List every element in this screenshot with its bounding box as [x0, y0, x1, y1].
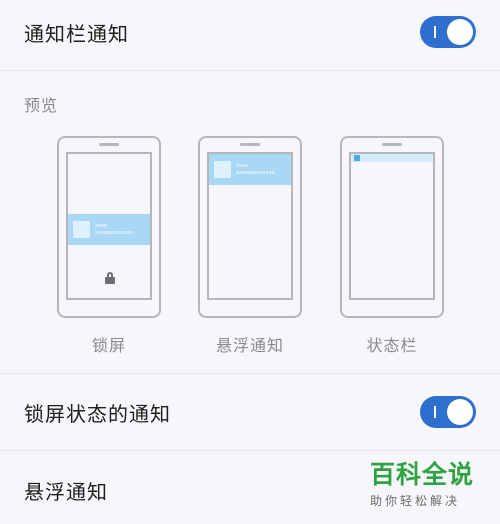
lock-icon	[105, 272, 115, 284]
notification-line-2: xxxxxxxxxxxxx	[95, 229, 134, 236]
phone-screen: xxxx xxxxxxxxxxxxx	[66, 152, 152, 300]
watermark-subtitle: 助你轻松解决	[370, 494, 461, 508]
preview-floating-option[interactable]: xxxx xxxxxxxxxxxxx	[198, 136, 302, 318]
toggle-knob	[447, 19, 473, 45]
notification-line-1: xxxx	[95, 222, 107, 229]
status-bar-strip	[351, 154, 433, 162]
notification-thumbnail	[73, 221, 90, 238]
watermark-logo: 百科全说 助你轻松解决	[370, 460, 492, 520]
lockscreen-notification-row[interactable]: 锁屏状态的通知	[0, 388, 500, 436]
phone-speaker	[99, 143, 119, 146]
phone-speaker	[240, 143, 260, 146]
notification-line-2: xxxxxxxxxxxxx	[236, 169, 275, 176]
notification-banner: xxxx xxxxxxxxxxxxx	[68, 214, 150, 245]
preview-caption-lockscreen: 锁屏	[91, 336, 126, 355]
preview-section-label: 预览	[24, 96, 59, 115]
divider	[0, 450, 500, 451]
preview-caption-floating: 悬浮通知	[215, 336, 284, 355]
toggle-knob	[447, 399, 473, 425]
lockscreen-notification-label: 锁屏状态的通知	[24, 401, 171, 426]
notification-line-1: xxxx	[236, 162, 248, 169]
statusbar-notification-row[interactable]: 通知栏通知	[0, 8, 500, 56]
statusbar-notification-label: 通知栏通知	[24, 21, 129, 46]
phone-screen: xxxx xxxxxxxxxxxxx	[207, 152, 293, 300]
divider	[0, 373, 500, 374]
divider	[0, 70, 500, 71]
notification-thumbnail	[214, 161, 231, 178]
preview-statusbar-option[interactable]	[340, 136, 444, 318]
preview-caption-statusbar: 状态栏	[366, 336, 418, 355]
notification-banner: xxxx xxxxxxxxxxxxx	[209, 154, 291, 185]
phone-screen	[349, 152, 435, 300]
preview-lockscreen-option[interactable]: xxxx xxxxxxxxxxxxx	[57, 136, 161, 318]
phone-speaker	[382, 143, 402, 146]
toggle-on-mark	[434, 406, 436, 418]
statusbar-notification-toggle[interactable]	[420, 16, 476, 48]
floating-notification-label: 悬浮通知	[24, 479, 108, 504]
status-bar-notification-icon	[354, 155, 360, 161]
watermark-title: 百科全说	[370, 460, 475, 489]
toggle-on-mark	[434, 26, 436, 38]
lockscreen-notification-toggle[interactable]	[420, 396, 476, 428]
